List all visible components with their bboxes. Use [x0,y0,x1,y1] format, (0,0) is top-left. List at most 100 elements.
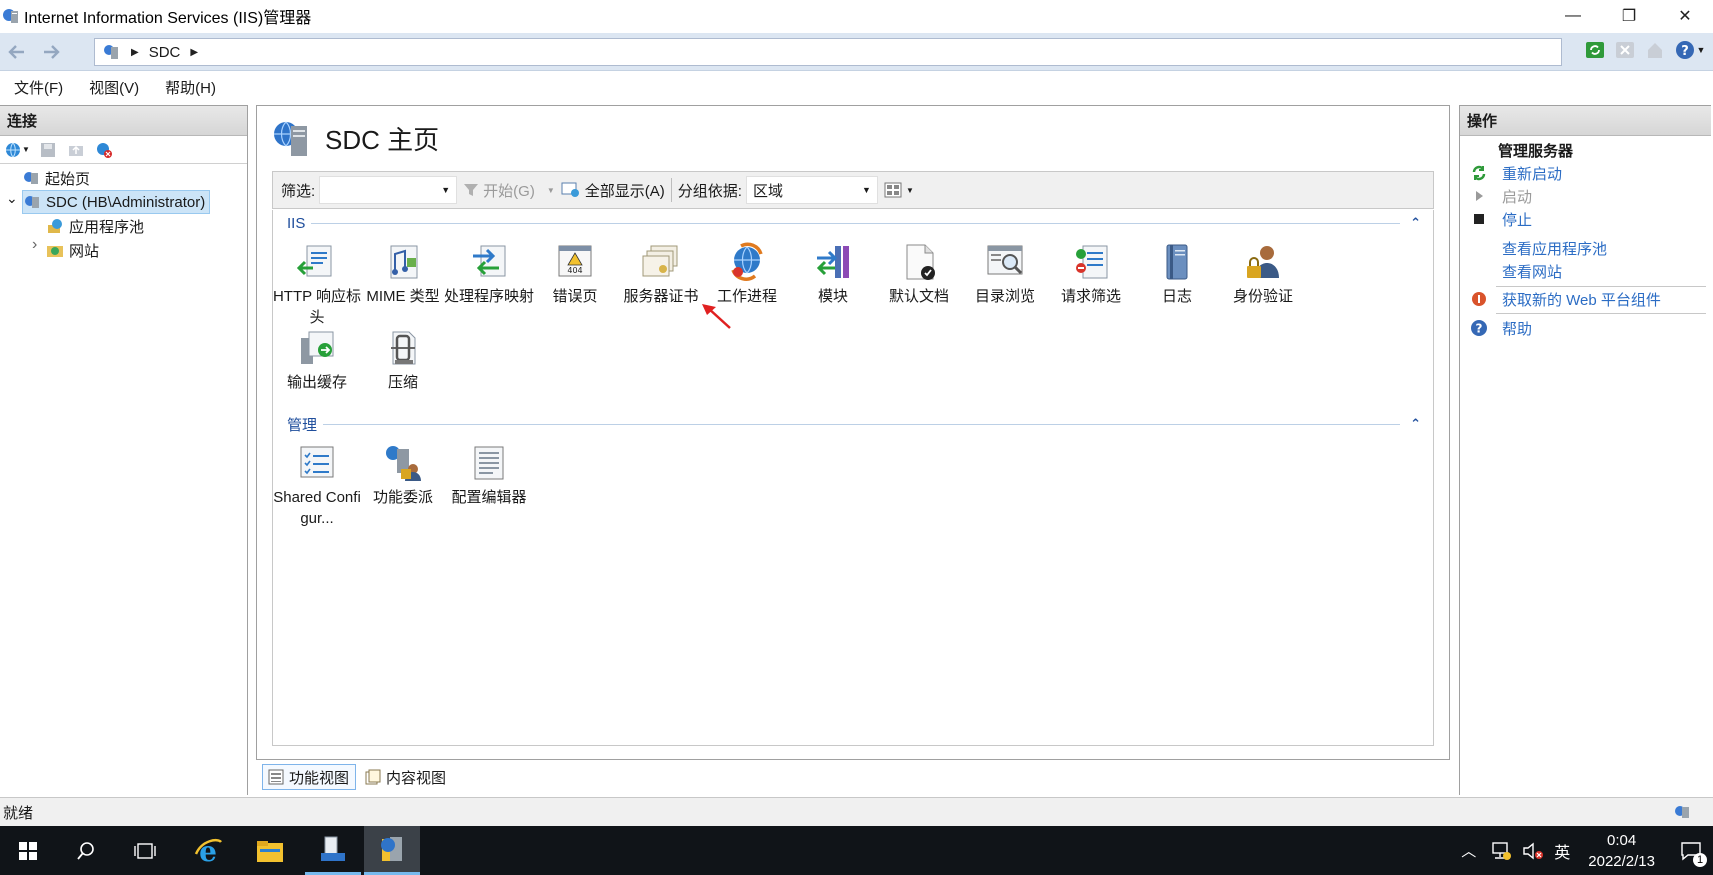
action-get-web-platform[interactable]: 获取新的 Web 平台组件 [1460,288,1661,310]
show-hidden-icons-chevron-icon[interactable]: ︿ [1461,840,1476,861]
feature-output-caching[interactable]: 输出缓存 [270,328,364,393]
feature-worker-processes[interactable]: 工作进程 [700,242,794,307]
feature-http-response-headers[interactable]: HTTP 响应标头 [270,242,364,328]
expand-arrow-icon[interactable]: › [32,236,37,254]
task-view-button[interactable] [117,826,173,875]
taskbar-ie[interactable]: e [180,826,236,875]
tab-content-view[interactable]: 内容视图 [360,764,452,790]
expand-arrow-icon[interactable]: ⌄ [6,190,18,207]
system-tray: ︿ 英 0:04 2022/2/13 1 [1461,826,1713,875]
feature-directory-browsing[interactable]: 目录浏览 [958,242,1052,307]
feature-label: 日志 [1161,288,1192,305]
breadcrumb-sdc[interactable]: SDC [149,44,181,61]
action-restart[interactable]: 重新启动 [1460,162,1562,184]
action-view-sites[interactable]: 查看网站 [1460,260,1562,282]
show-all-button[interactable]: 全部显示(A) [561,180,665,201]
close-button[interactable]: ✕ [1657,0,1713,32]
feature-handler-mappings[interactable]: 处理程序映射 [442,242,536,307]
action-label[interactable]: 停止 [1502,209,1532,230]
home-button[interactable] [1643,38,1667,62]
filter-input[interactable]: ▼ [319,176,458,204]
feature-server-certificates[interactable]: 服务器证书 [614,242,708,307]
up-button[interactable] [64,138,88,162]
action-label[interactable]: 查看应用程序池 [1502,238,1607,259]
action-help[interactable]: ? 帮助 [1460,317,1532,339]
feature-configuration-editor[interactable]: 配置编辑器 [442,443,536,508]
actions-pane: 操作 管理服务器 重新启动 启动 停止 查看应用程序池 查看网站 获取新的 We… [1459,105,1711,795]
sites-folder-icon [47,246,63,257]
web-platform-icon [1472,292,1486,306]
help-dropdown-button[interactable]: ? ▼ [1673,38,1707,62]
feature-compression[interactable]: 压缩 [356,328,450,393]
group-by-select[interactable]: 区域 ▼ [745,176,878,204]
action-start[interactable]: 启动 [1460,185,1532,207]
network-icon[interactable] [1490,841,1512,861]
chevron-down-icon: ▼ [1696,45,1706,55]
action-stop[interactable]: 停止 [1460,208,1532,230]
action-center-button[interactable]: 1 [1669,826,1713,875]
taskbar-iis-manager[interactable] [364,826,420,875]
feature-mime-types[interactable]: MIME 类型 [356,242,450,307]
collapse-icon[interactable]: ⌃ [1410,215,1421,231]
filter-toolbar: 筛选: ▼ 开始(G) ▼ 全部显示(A) 分组依据: 区域 ▼ ▼ [272,171,1434,209]
tree-label: SDC (HB\Administrator) [46,193,206,211]
forward-button[interactable] [36,37,66,67]
actions-header: 操作 [1460,106,1711,136]
action-view-app-pools[interactable]: 查看应用程序池 [1460,237,1607,259]
group-header-iis[interactable]: IIS ⌃ [287,213,1421,233]
feature-delegation[interactable]: 功能委派 [356,443,450,508]
clock[interactable]: 0:04 2022/2/13 [1588,830,1655,872]
maximize-button[interactable]: ❐ [1601,0,1657,32]
tree-node-sites[interactable]: 网站 [46,238,99,262]
save-icon [41,142,55,157]
taskbar-explorer[interactable] [242,826,298,875]
feature-request-filtering[interactable]: 请求筛选 [1044,242,1138,307]
feature-error-pages[interactable]: 404 错误页 [528,242,622,307]
taskbar: e ︿ 英 0:04 2022/2/13 1 [0,826,1713,875]
action-label[interactable]: 获取新的 Web 平台组件 [1502,289,1661,310]
authentication-icon [1247,246,1279,278]
taskbar-server-manager[interactable] [305,826,361,875]
feature-logging[interactable]: 日志 [1130,242,1224,307]
chevron-down-icon: ▼ [905,185,914,195]
start-button[interactable] [0,826,56,875]
connections-header: 连接 [0,106,247,136]
features-view-icon [268,769,284,785]
volume-muted-icon[interactable] [1522,841,1544,861]
action-label[interactable]: 重新启动 [1502,163,1562,184]
address-field[interactable]: ▶ SDC ▶ [94,38,1562,66]
back-button[interactable] [2,37,32,67]
action-label[interactable]: 帮助 [1502,318,1532,339]
feature-modules[interactable]: 模块 [786,242,880,307]
menu-file[interactable]: 文件(F) [14,77,63,98]
menu-help[interactable]: 帮助(H) [165,77,216,98]
stop-loading-button[interactable] [1613,38,1637,62]
help-icon: ? [1471,320,1487,336]
feature-authentication[interactable]: 身份验证 [1216,242,1310,307]
feature-shared-configuration[interactable]: Shared Configur... [270,443,364,529]
disconnect-button[interactable] [92,138,116,162]
search-button[interactable] [58,826,114,875]
refresh-button[interactable] [1583,38,1607,62]
feature-default-document[interactable]: 默认文档 [872,242,966,307]
icons-view-icon [884,182,902,198]
group-header-management[interactable]: 管理 ⌃ [287,414,1421,434]
tree-node-start-page[interactable]: 起始页 [22,166,90,190]
input-language-indicator[interactable]: 英 [1554,839,1570,863]
tree-node-app-pools[interactable]: 应用程序池 [46,214,144,238]
worker-processes-icon [731,242,763,281]
menu-view[interactable]: 视图(V) [89,77,139,98]
folder-up-icon [69,145,83,156]
save-button[interactable] [36,138,60,162]
tree-node-server[interactable]: SDC (HB\Administrator) [22,190,211,214]
minimize-button[interactable]: — [1545,0,1601,32]
breadcrumb-separator-icon[interactable]: ▶ [190,47,198,58]
start-filter-button[interactable]: 开始(G) ▼ [463,180,555,201]
tab-features-view[interactable]: 功能视图 [262,764,357,790]
connect-button[interactable]: ▼ [2,138,32,162]
action-label[interactable]: 查看网站 [1502,261,1562,282]
view-mode-button[interactable]: ▼ [884,182,914,198]
windows-logo-icon [19,841,37,860]
breadcrumb-separator-icon: ▶ [131,46,139,58]
collapse-icon[interactable]: ⌃ [1410,416,1421,432]
